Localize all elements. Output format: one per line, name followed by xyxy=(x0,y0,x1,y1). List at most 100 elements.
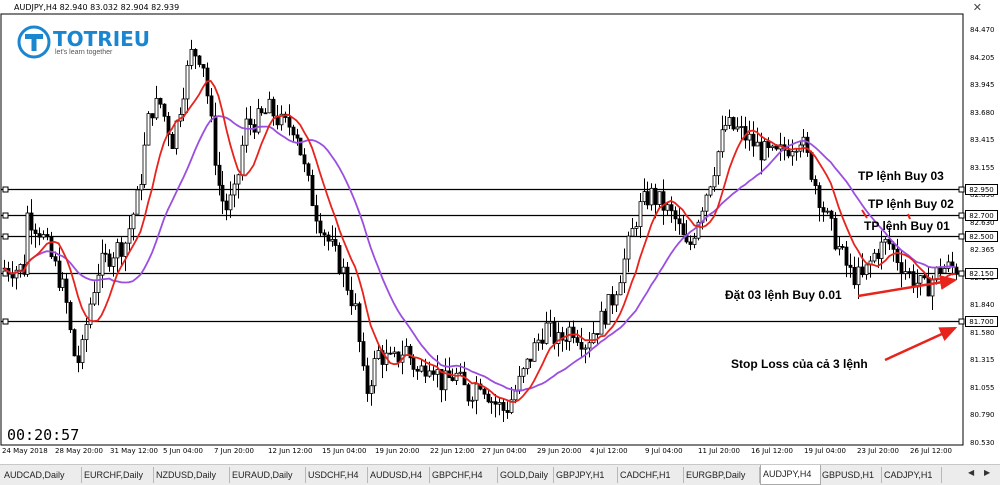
candle-body xyxy=(209,95,214,117)
candle-body xyxy=(365,365,370,394)
candle-body xyxy=(786,149,791,157)
candle-body xyxy=(618,282,623,296)
candle-body xyxy=(267,98,272,114)
candle-body xyxy=(123,242,128,257)
candle-body xyxy=(731,117,736,130)
candle-body xyxy=(774,145,779,150)
tab-gbpchf-h4[interactable]: GBPCHF,H4 xyxy=(430,467,498,483)
candle-body xyxy=(649,187,654,206)
candle-body xyxy=(525,358,530,370)
candle-body xyxy=(404,345,409,356)
candle-body xyxy=(922,275,927,279)
tab-eurchf-daily[interactable]: EURCHF,Daily xyxy=(82,467,154,483)
price-chart[interactable] xyxy=(0,0,1000,485)
candle-body xyxy=(716,151,721,177)
tab-audcad-daily[interactable]: AUDCAD,Daily xyxy=(2,467,82,483)
tab-scroll-right-icon[interactable]: ▶ xyxy=(984,468,990,477)
candle-body xyxy=(415,368,420,372)
tab-gbpusd-h1[interactable]: GBPUSD,H1 xyxy=(820,467,882,483)
candle-body xyxy=(630,228,635,237)
date-axis-label: 16 Jul 12:00 xyxy=(751,447,793,455)
price-axis-label: 83.415 xyxy=(970,136,995,145)
candle-body xyxy=(349,289,354,307)
date-axis-label: 5 Jun 04:00 xyxy=(163,447,204,455)
tab-scroll-left-icon[interactable]: ◀ xyxy=(968,468,974,477)
candle-body xyxy=(766,141,771,149)
candle-body xyxy=(318,220,323,234)
candle-body xyxy=(107,253,112,267)
chart-tabs-bar: ◀ ▶ AUDCAD,Daily EURCHF,Daily NZDUSD,Daily… xyxy=(0,464,1000,485)
candle-body xyxy=(817,185,822,208)
candle-body xyxy=(610,294,615,306)
candle-body xyxy=(938,267,943,274)
level-handle-right xyxy=(958,186,965,193)
tab-eurgbp-daily[interactable]: EURGBP,Daily xyxy=(684,467,760,483)
candle-body xyxy=(72,329,77,357)
candle-body xyxy=(692,237,697,245)
date-axis-label: 28 May 20:00 xyxy=(55,447,104,455)
chart-window[interactable]: AUDJPY,H4 82.940 83.032 82.904 82.939 ✕ … xyxy=(0,0,1000,485)
candle-body xyxy=(45,234,50,238)
tab-cadjpy-h1[interactable]: CADJPY,H1 xyxy=(882,467,942,483)
chart-title: AUDJPY,H4 82.940 83.032 82.904 82.939 xyxy=(14,3,180,12)
date-axis-label: 27 Jun 04:00 xyxy=(482,447,527,455)
tab-audjpy-h4[interactable]: AUDJPY,H4 xyxy=(760,465,821,485)
tab-nzdusd-daily[interactable]: NZDUSD,Daily xyxy=(154,467,230,483)
candle-body xyxy=(552,321,557,344)
price-axis-label: 81.580 xyxy=(970,328,995,337)
date-axis-label: 29 Jun 20:00 xyxy=(537,447,582,455)
candle-body xyxy=(131,213,136,230)
level-price-tag: 82.150 xyxy=(965,268,998,279)
tab-usdchf-h4[interactable]: USDCHF,H4 xyxy=(306,467,368,483)
annotation-tp-buy-01: TP lệnh Buy 01 xyxy=(864,219,950,233)
candle-body xyxy=(595,333,600,335)
candle-body xyxy=(723,124,728,131)
tab-gold-daily[interactable]: GOLD,Daily xyxy=(498,467,554,483)
candle-body xyxy=(57,260,62,288)
candle-body xyxy=(669,204,674,212)
tab-euraud-daily[interactable]: EURAUD,Daily xyxy=(230,467,306,483)
date-axis-label: 19 Jun 20:00 xyxy=(375,447,420,455)
candle-body xyxy=(372,358,377,387)
candle-body xyxy=(564,339,569,342)
candle-body xyxy=(29,212,34,231)
candle-body xyxy=(135,189,140,215)
candle-body xyxy=(189,48,194,66)
level-handle-left xyxy=(2,186,9,193)
tab-gbpjpy-h1[interactable]: GBPJPY,H1 xyxy=(554,467,618,483)
candle-body xyxy=(587,342,592,349)
date-axis-label: 22 Jun 12:00 xyxy=(430,447,475,455)
candle-body xyxy=(704,194,709,212)
candle-body xyxy=(681,223,686,236)
date-axis-label: 7 Jun 20:00 xyxy=(214,447,255,455)
candle-body xyxy=(821,207,826,213)
candle-body xyxy=(213,115,218,166)
close-icon[interactable]: ✕ xyxy=(973,1,982,14)
candle-body xyxy=(482,388,487,395)
candle-body xyxy=(517,375,522,392)
candle-body xyxy=(256,108,261,133)
candle-body xyxy=(735,126,740,130)
candle-body xyxy=(197,55,202,65)
candle-body xyxy=(357,303,362,342)
candle-body xyxy=(677,218,682,225)
candle-body xyxy=(33,229,38,234)
candle-body xyxy=(162,103,167,117)
tab-cadchf-h1[interactable]: CADCHF,H1 xyxy=(618,467,684,483)
candle-body xyxy=(794,150,799,153)
price-axis-label: 84.205 xyxy=(970,53,995,62)
candle-body xyxy=(220,184,225,202)
candle-body xyxy=(591,333,596,344)
candle-body xyxy=(139,184,144,191)
level-price-tag: 82.500 xyxy=(965,231,998,242)
level-handle-right xyxy=(958,212,965,219)
candle-body xyxy=(918,275,923,284)
candle-body xyxy=(330,239,335,242)
tab-audusd-h4[interactable]: AUDUSD,H4 xyxy=(368,467,430,483)
candle-body xyxy=(259,108,264,114)
candle-body xyxy=(53,256,58,262)
price-axis-label: 82.365 xyxy=(970,246,995,255)
level-handle-right xyxy=(958,233,965,240)
candle-body xyxy=(497,402,502,405)
candle-body xyxy=(100,252,105,276)
